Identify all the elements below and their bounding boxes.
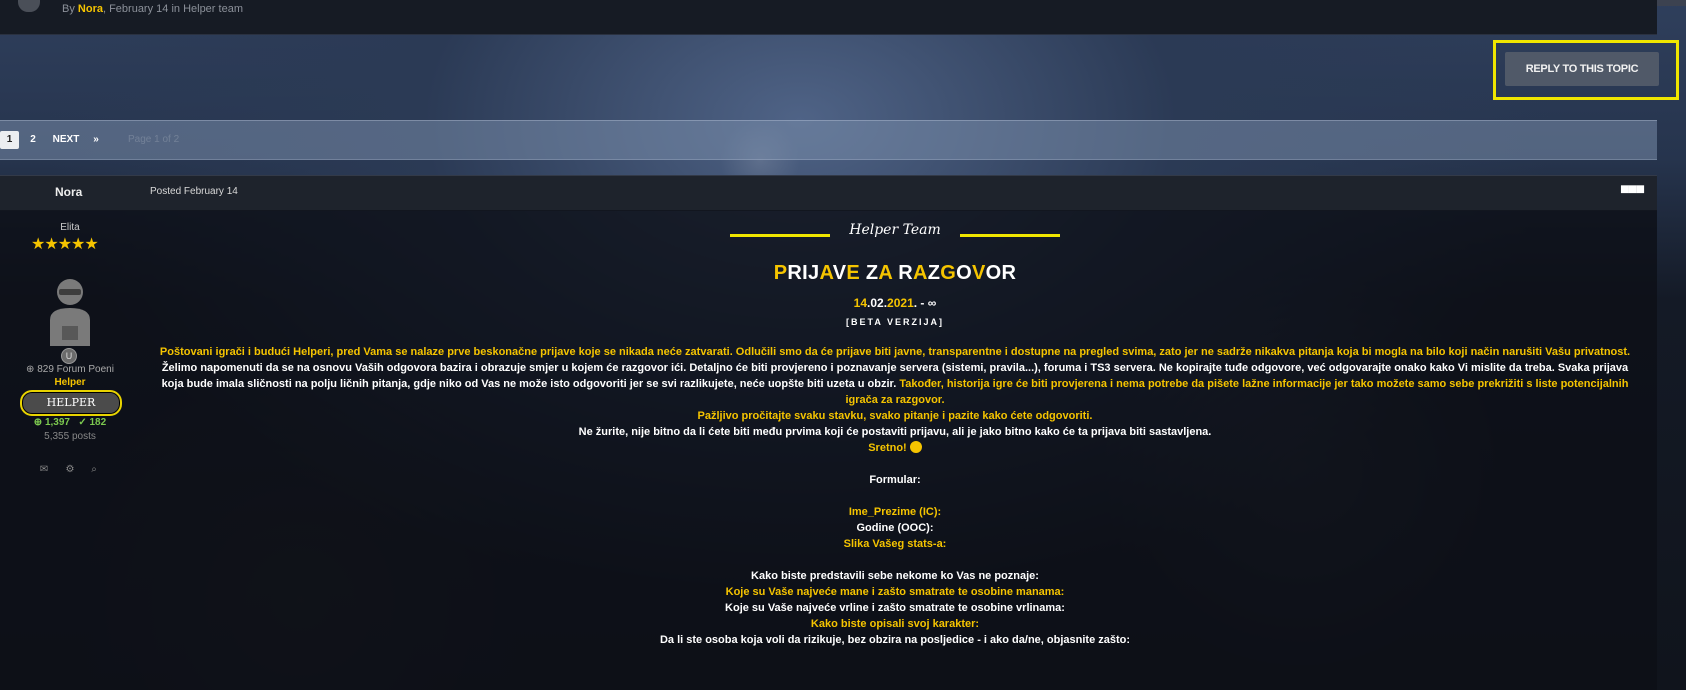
reply-to-topic-button[interactable]: REPLY TO THIS TOPIC	[1505, 52, 1659, 86]
date-day: 14	[853, 296, 868, 310]
pagination-bar: 1 2 NEXT » Page 1 of 2	[0, 120, 1657, 160]
last-page-icon[interactable]: »	[90, 131, 102, 149]
form-field-stats: Slika Vašeg stats-a:	[843, 538, 947, 550]
headline-letter: A	[913, 262, 928, 284]
envelope-icon[interactable]: ✉	[38, 464, 50, 476]
page-2[interactable]: 2	[27, 131, 39, 149]
page-1[interactable]: 1	[0, 131, 19, 149]
headline-letter: O	[985, 262, 1002, 284]
headline-letter: G	[940, 262, 957, 284]
author-link[interactable]: Nora	[78, 3, 103, 15]
helper-rank-badge: HELPER	[20, 390, 122, 416]
previous-post-strip: By Nora, February 14 in Helper team	[0, 0, 1657, 35]
gear-icon[interactable]: ⚙	[64, 464, 76, 476]
history-text-end: igrača za razgovor.	[845, 394, 945, 406]
headline-letter: E	[846, 262, 860, 284]
dont-rush: Ne žurite, nije bitno da li ćete biti me…	[578, 426, 1212, 438]
previous-post-meta: By Nora, February 14 in Helper team	[62, 3, 243, 15]
headline-letter: Z	[927, 262, 941, 284]
notice-paragraph: Želimo napomenuti da se na osnovu Vaših …	[161, 362, 1629, 374]
avatar[interactable]	[46, 278, 94, 346]
form-title: Formular:	[869, 474, 921, 486]
rank-stars-icon: ★★★★★	[31, 236, 99, 253]
post-date[interactable]: Posted February 14	[150, 186, 238, 197]
forum-points: ⊕ 829 Forum Poeni	[26, 364, 114, 375]
form-field-name: Ime_Prezime (IC):	[848, 506, 942, 518]
headline: PRIJAVE ZA RAZGOVOR	[150, 262, 1640, 285]
smile-emoji-icon	[909, 441, 922, 453]
question-1: Kako biste predstavili sebe nekome ko Va…	[751, 570, 1039, 582]
reputation-badge-icon: U	[61, 348, 77, 364]
posts-count: 5,355 posts	[44, 431, 96, 442]
group-name: Helper	[54, 377, 86, 388]
headline-letter: R	[787, 262, 803, 284]
headline-letter: Z	[865, 262, 879, 284]
headline-letter: R	[898, 262, 913, 284]
headline-letter: O	[956, 262, 972, 284]
question-2: Koje su Vaše najveće mane i zašto smatra…	[725, 586, 1065, 598]
reputation-stats: ⊕ 1,397 ✓ 182	[33, 417, 107, 428]
form-field-age: Godine (OOC):	[856, 522, 934, 534]
beta-label: [BETA VERZIJA]	[845, 317, 944, 327]
date-month: .02.	[867, 296, 888, 310]
date-year: 2021	[887, 296, 914, 310]
profile-actions: ✉ ⚙ ⌕	[38, 464, 102, 476]
ellipsis-icon[interactable]: ■■■	[1620, 181, 1645, 199]
post-meta: , February 14 in Helper team	[102, 3, 243, 15]
date-end: . - ∞	[913, 296, 937, 310]
headline-letter: J	[808, 262, 820, 284]
headline-letter: A	[878, 262, 893, 284]
search-icon[interactable]: ⌕	[88, 464, 100, 476]
next-page-link[interactable]: NEXT	[51, 131, 81, 149]
headline-letter: V	[972, 262, 986, 284]
team-name: Helper Team	[849, 222, 941, 238]
headline-letter: A	[819, 262, 833, 284]
post-content: Helper Team PRIJAVE ZA RAZGOVOR 14.02.20…	[150, 210, 1640, 690]
read-carefully: Pažljivo pročitajte svaku stavku, svako …	[697, 410, 1093, 422]
avatar[interactable]	[18, 0, 40, 12]
intro-paragraph: Poštovani igrači i budući Helperi, pred …	[159, 346, 1631, 358]
headline-letter: R	[1001, 262, 1017, 284]
by-label: By	[62, 3, 78, 15]
rank-title: Elita	[60, 222, 80, 233]
forum-points-label: 829 Forum Poeni	[37, 364, 114, 375]
good-luck-text: Sretno!	[868, 442, 907, 454]
good-luck: Sretno!	[150, 440, 1640, 456]
rep-solved: 182	[89, 417, 107, 428]
author-column: Elita ★★★★★ U ⊕ 829 Forum Poeni Helper H…	[0, 210, 140, 510]
question-4: Kako biste opisali svoj karakter:	[810, 618, 980, 630]
date-range: 14.02.2021. - ∞	[150, 296, 1640, 310]
notice-text: koja bude imala sličnosti na polju lični…	[161, 378, 897, 390]
post-header: Nora Posted February 14 ■■■	[0, 175, 1657, 211]
page-jump-dropdown[interactable]: Page 1 of 2	[128, 131, 198, 149]
post-author-name[interactable]: Nora	[55, 185, 85, 199]
notice-paragraph-2: koja bude imala sličnosti na polju lični…	[150, 376, 1640, 392]
rep-positive: 1,397	[44, 417, 70, 428]
question-3: Koje su Vaše najveće vrline i zašto smat…	[725, 602, 1065, 614]
headline-letter: V	[832, 262, 847, 284]
history-text: Također, historija igre će biti provjere…	[896, 378, 1629, 390]
headline-letter: P	[773, 262, 788, 284]
question-5: Da li ste osoba koja voli da rizikuje, b…	[659, 634, 1131, 646]
